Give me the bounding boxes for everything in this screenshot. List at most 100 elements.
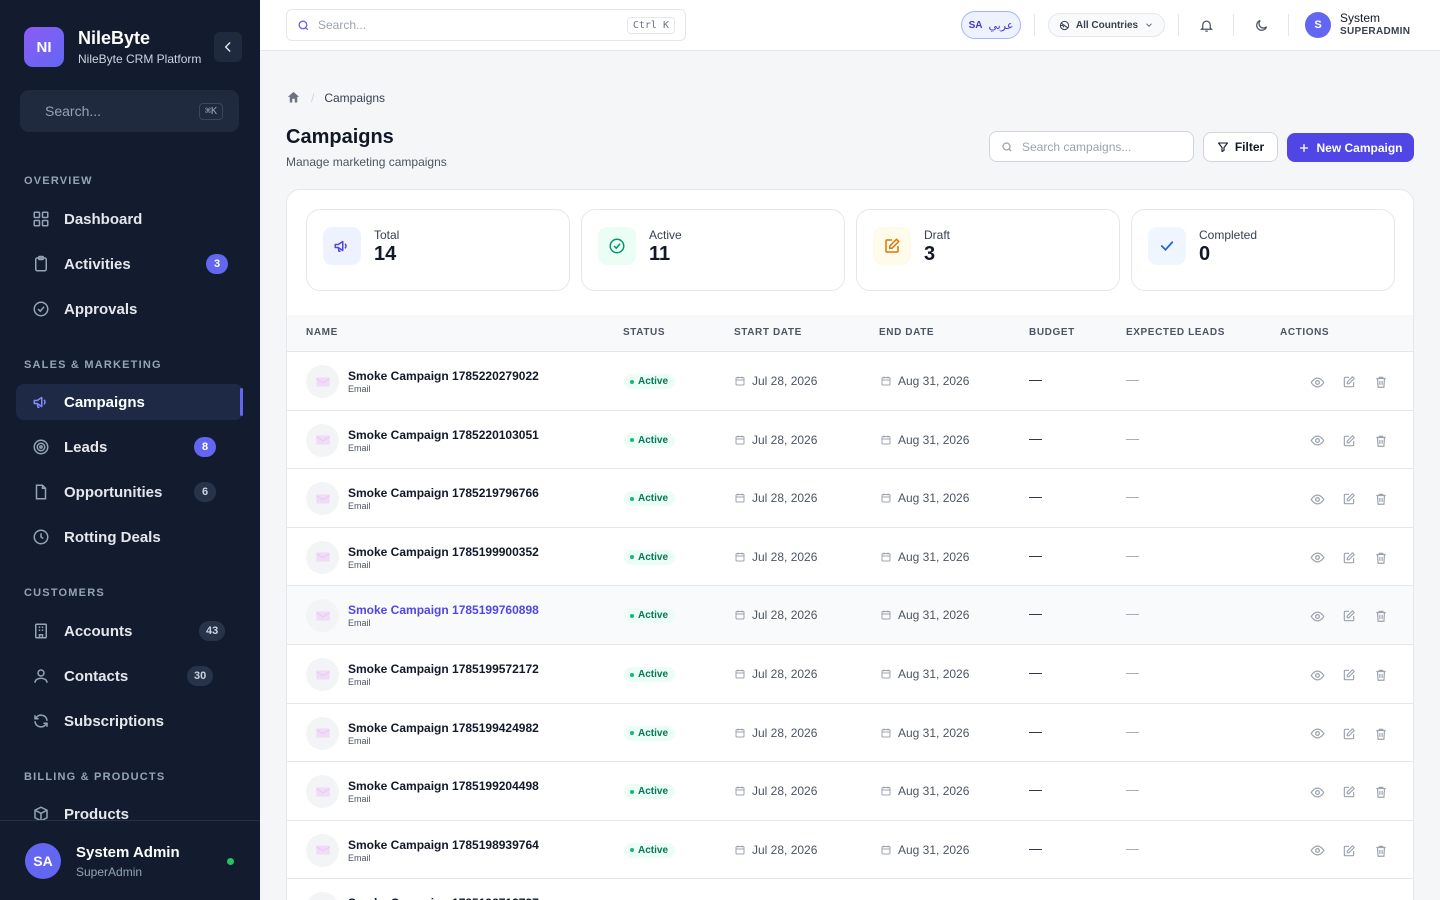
end-date-cell: Aug 31, 2026 bbox=[880, 726, 969, 740]
table-header: NAME STATUS START DATE END DATE BUDGET E… bbox=[287, 315, 1413, 351]
sidebar-item-opportunities[interactable]: Opportunities 6 bbox=[16, 474, 243, 510]
campaign-name-link[interactable]: Smoke Campaign 1785220279022 bbox=[348, 369, 539, 383]
status-dot bbox=[630, 496, 634, 501]
campaign-icon bbox=[306, 658, 339, 691]
campaign-search-input[interactable]: Search campaigns... bbox=[989, 131, 1194, 162]
table-row[interactable]: Smoke Campaign 1785199760898 Email Activ… bbox=[287, 585, 1413, 645]
sidebar-item-rotting-deals[interactable]: Rotting Deals bbox=[16, 519, 243, 555]
country-selector[interactable]: All Countries bbox=[1048, 13, 1165, 37]
column-header-status[interactable]: STATUS bbox=[623, 327, 665, 338]
page-subtitle: Manage marketing campaigns bbox=[286, 155, 447, 169]
divider bbox=[1178, 14, 1179, 36]
column-header-expected-leads[interactable]: EXPECTED LEADS bbox=[1126, 327, 1225, 338]
edit-icon[interactable] bbox=[1340, 432, 1358, 450]
eye-icon[interactable] bbox=[1308, 842, 1326, 860]
table-row[interactable]: Smoke Campaign 1785198713797 Email Activ… bbox=[287, 878, 1413, 900]
column-header-start-date[interactable]: START DATE bbox=[734, 327, 802, 338]
start-date-cell: Jul 28, 2026 bbox=[734, 726, 817, 740]
edit-icon[interactable] bbox=[1340, 490, 1358, 508]
calendar-icon bbox=[881, 435, 891, 445]
eye-icon[interactable] bbox=[1308, 432, 1326, 450]
table-row[interactable]: Smoke Campaign 1785199424982 Email Activ… bbox=[287, 702, 1413, 762]
eye-icon[interactable] bbox=[1308, 607, 1326, 625]
start-date: Jul 28, 2026 bbox=[752, 842, 818, 857]
trash-icon[interactable] bbox=[1372, 607, 1390, 625]
column-header-budget[interactable]: BUDGET bbox=[1029, 327, 1075, 338]
collapse-sidebar-button[interactable] bbox=[214, 32, 242, 62]
new-campaign-button[interactable]: New Campaign bbox=[1287, 133, 1414, 162]
activities-count-badge: 3 bbox=[206, 254, 228, 274]
sidebar-item-subscriptions[interactable]: Subscriptions bbox=[16, 703, 243, 739]
end-date: Aug 31, 2026 bbox=[898, 667, 970, 681]
brand[interactable]: NI NileByte NileByte CRM Platform bbox=[24, 27, 201, 67]
status-badge: Active bbox=[624, 842, 676, 858]
sidebar-item-dashboard[interactable]: Dashboard bbox=[16, 201, 243, 237]
table-row[interactable]: Smoke Campaign 1785199204498 Email Activ… bbox=[287, 761, 1413, 821]
end-date: Aug 31, 2026 bbox=[898, 491, 970, 506]
table-row[interactable]: Smoke Campaign 1785219796766 Email Activ… bbox=[287, 468, 1413, 528]
sidebar-item-leads[interactable]: Leads 8 bbox=[16, 429, 243, 465]
eye-icon[interactable] bbox=[1308, 490, 1326, 508]
campaign-name-link[interactable]: Smoke Campaign 1785199572172 bbox=[348, 662, 539, 676]
sidebar-item-approvals[interactable]: Approvals bbox=[16, 291, 243, 327]
trash-icon[interactable] bbox=[1372, 549, 1390, 567]
edit-icon[interactable] bbox=[1340, 549, 1358, 567]
filter-button[interactable]: Filter bbox=[1203, 132, 1278, 162]
campaign-name-link[interactable]: Smoke Campaign 1785198713797 bbox=[348, 896, 539, 900]
trash-icon[interactable] bbox=[1372, 725, 1390, 743]
trash-icon[interactable] bbox=[1372, 666, 1390, 684]
table-row[interactable]: Smoke Campaign 1785220103051 Email Activ… bbox=[287, 409, 1413, 469]
campaign-name-link[interactable]: Smoke Campaign 1785219796766 bbox=[348, 486, 539, 500]
edit-icon[interactable] bbox=[1340, 666, 1358, 684]
status-badge: Active bbox=[624, 667, 676, 682]
table-row[interactable]: Smoke Campaign 1785199572172 Email Activ… bbox=[287, 644, 1413, 703]
end-date-cell: Aug 31, 2026 bbox=[880, 491, 969, 505]
home-icon[interactable] bbox=[286, 90, 301, 105]
table-row[interactable]: Smoke Campaign 1785199900352 Email Activ… bbox=[287, 526, 1413, 586]
table-row[interactable]: Smoke Campaign 1785220279022 Email Activ… bbox=[287, 351, 1413, 410]
trash-icon[interactable] bbox=[1372, 373, 1390, 391]
eye-icon[interactable] bbox=[1308, 783, 1326, 801]
table-row[interactable]: Smoke Campaign 1785198939764 Email Activ… bbox=[287, 819, 1413, 879]
sidebar-item-accounts[interactable]: Accounts 43 bbox=[16, 613, 243, 649]
edit-icon[interactable] bbox=[1340, 725, 1358, 743]
trash-icon[interactable] bbox=[1372, 783, 1390, 801]
sidebar-item-campaigns[interactable]: Campaigns bbox=[16, 384, 243, 420]
eye-icon[interactable] bbox=[1308, 373, 1326, 391]
sidebar-item-activities[interactable]: Activities 3 bbox=[16, 246, 243, 282]
sidebar-search[interactable]: Search... ⌘K bbox=[20, 90, 239, 132]
global-search-input[interactable]: Search... Ctrl K bbox=[286, 9, 686, 41]
avatar[interactable]: S bbox=[1305, 12, 1331, 38]
brand-logo: NI bbox=[24, 27, 64, 67]
eye-icon[interactable] bbox=[1308, 666, 1326, 684]
edit-icon[interactable] bbox=[1340, 783, 1358, 801]
campaign-name-link[interactable]: Smoke Campaign 1785199204498 bbox=[348, 779, 539, 793]
top-user-name[interactable]: System bbox=[1340, 11, 1380, 25]
campaign-name-link[interactable]: Smoke Campaign 1785199760898 bbox=[348, 603, 539, 617]
campaign-name-link[interactable]: Smoke Campaign 1785198939764 bbox=[348, 838, 539, 852]
sidebar-item-label: Accounts bbox=[64, 622, 133, 640]
sidebar-item-contacts[interactable]: Contacts 30 bbox=[16, 658, 243, 694]
column-header-end-date[interactable]: END DATE bbox=[879, 327, 934, 338]
end-date-cell: Aug 31, 2026 bbox=[880, 608, 969, 622]
trash-icon[interactable] bbox=[1372, 432, 1390, 450]
edit-icon[interactable] bbox=[1340, 373, 1358, 391]
eye-icon[interactable] bbox=[1308, 725, 1326, 743]
language-toggle[interactable]: SA عربي bbox=[961, 11, 1021, 39]
start-date-cell: Jul 28, 2026 bbox=[734, 491, 817, 505]
edit-icon[interactable] bbox=[1340, 842, 1358, 860]
campaign-name-link[interactable]: Smoke Campaign 1785199900352 bbox=[348, 545, 539, 559]
online-status-dot bbox=[227, 858, 234, 865]
end-date-cell: Aug 31, 2026 bbox=[880, 374, 969, 388]
campaign-name-link[interactable]: Smoke Campaign 1785199424982 bbox=[348, 721, 539, 735]
edit-icon[interactable] bbox=[1340, 607, 1358, 625]
eye-icon[interactable] bbox=[1308, 549, 1326, 567]
status-dot bbox=[630, 613, 634, 618]
moon-icon[interactable] bbox=[1251, 15, 1271, 35]
trash-icon[interactable] bbox=[1372, 842, 1390, 860]
trash-icon[interactable] bbox=[1372, 490, 1390, 508]
campaign-name-link[interactable]: Smoke Campaign 1785220103051 bbox=[348, 428, 539, 442]
bell-icon[interactable] bbox=[1196, 15, 1216, 35]
column-header-name[interactable]: NAME bbox=[306, 327, 338, 338]
sidebar-user[interactable]: SA System Admin SuperAdmin bbox=[0, 820, 260, 900]
